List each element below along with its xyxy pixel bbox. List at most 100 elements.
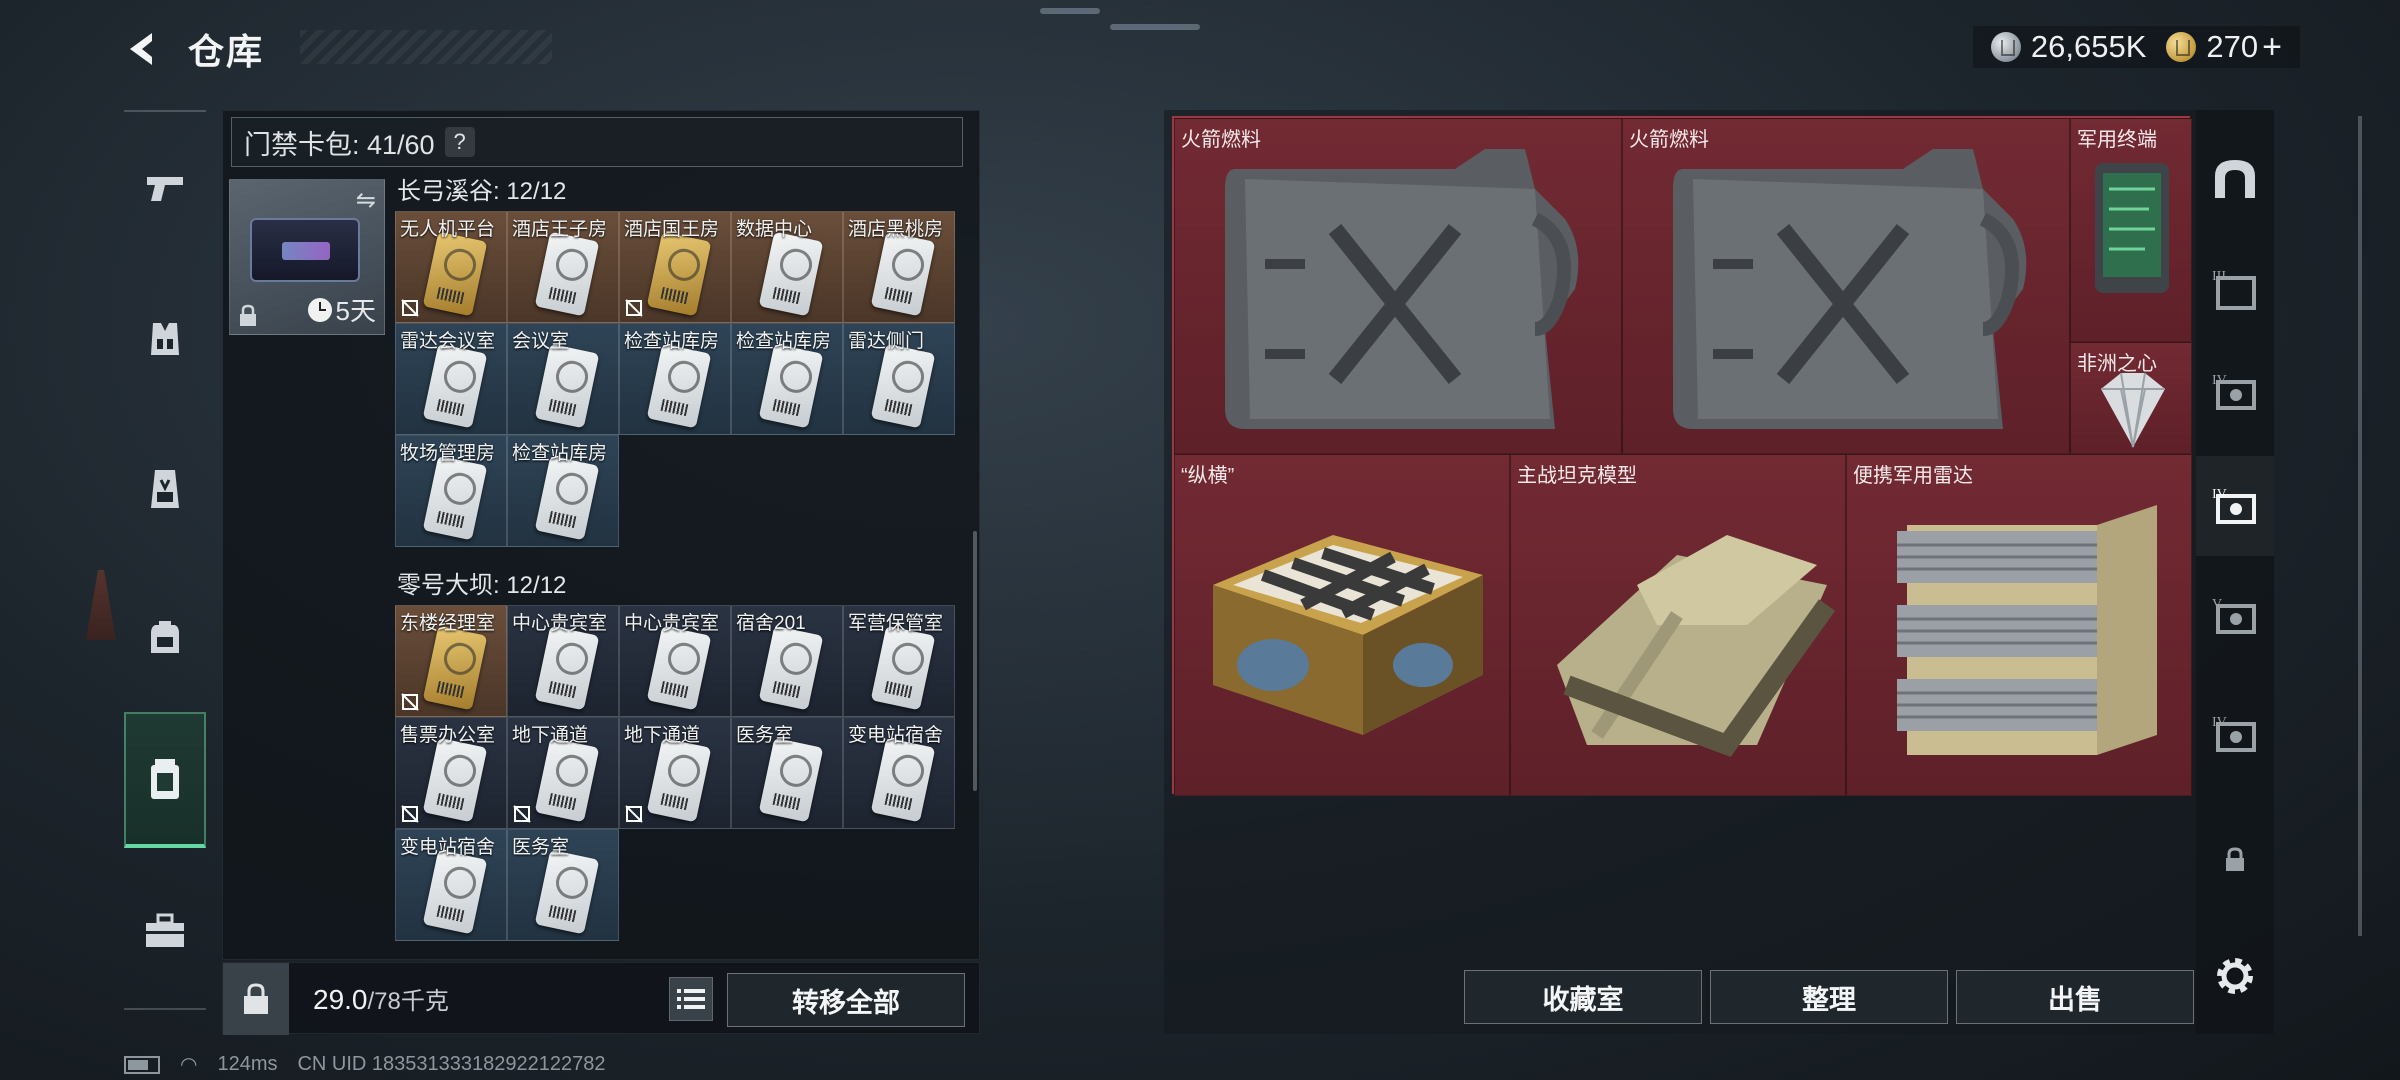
list-view-button[interactable] (669, 977, 713, 1021)
title-decoration (300, 30, 552, 64)
weight-max: /78千克 (367, 988, 449, 1015)
keycard-item[interactable]: 酒店国王房 (619, 211, 731, 323)
nav-armor[interactable] (124, 284, 206, 394)
collection-item[interactable]: “纵横” (1174, 454, 1510, 796)
keycard-case-icon (151, 759, 179, 799)
keycard-item[interactable]: 雷达会议室 (395, 323, 507, 435)
keycard-item[interactable]: 雷达侧门 (843, 323, 955, 435)
transfer-all-button[interactable]: 转移全部 (727, 973, 965, 1027)
keycard-item[interactable]: 医务室 (731, 717, 843, 829)
collection-item[interactable]: 火箭燃料 (1622, 118, 2070, 454)
keycard-label: 变电站宿舍 (848, 725, 944, 746)
nav-weapons[interactable] (124, 134, 206, 244)
right-nav-item[interactable]: IV (2196, 684, 2274, 784)
uid-readout: CN UID 1835313331829221227​82 (297, 1053, 606, 1075)
keycard-item[interactable]: 地下通道 (619, 717, 731, 829)
keycard-item[interactable]: 医务室 (507, 829, 619, 941)
keycard-item[interactable]: 数据中心 (731, 211, 843, 323)
chess-set-icon (1213, 535, 1483, 735)
right-nav-item[interactable]: V (2196, 566, 2274, 666)
keycard-icon (422, 231, 488, 317)
keycard-item[interactable]: 宿舍201 (731, 605, 843, 717)
right-nav-item[interactable]: III (2196, 238, 2274, 338)
keycard-item[interactable]: 中心贵宾室 (619, 605, 731, 717)
swap-icon[interactable]: ⇋ (356, 186, 376, 215)
keycard-storage-panel: 门禁卡包: 41/60 ? ⇋ 5天 长弓溪谷: 12/12 无人机平台 酒店王子房… (222, 110, 980, 960)
keycard-icon (758, 737, 824, 823)
keycard-item[interactable]: 无人机平台 (395, 211, 507, 323)
tier-4-frame-icon: IV (2212, 715, 2256, 752)
nav-keycard-pack[interactable] (124, 712, 206, 848)
keycard-icon (422, 737, 488, 823)
keycard-item[interactable]: 地下通道 (507, 717, 619, 829)
keycard-pack-slot[interactable]: ⇋ 5天 (229, 179, 385, 335)
item-label: 非洲之心 (2077, 353, 2157, 375)
status-bar: ◠ 124ms CN UID 1835313331829221227​82 (124, 1052, 606, 1077)
right-nav-item[interactable]: IV (2196, 342, 2274, 442)
right-nav-item[interactable] (2196, 810, 2274, 910)
vault-button[interactable]: 收藏室 (1464, 970, 1702, 1024)
capacity-label: 门禁卡包: 41/60 (244, 129, 435, 160)
nav-chest-rig[interactable] (124, 434, 206, 544)
collection-item[interactable]: 军用终端 (2070, 118, 2192, 342)
keycard-item[interactable]: 军营保管室 (843, 605, 955, 717)
weight-lock-button[interactable] (223, 963, 289, 1035)
keycard-label: 医务室 (736, 725, 794, 746)
keycard-item[interactable]: 检查站库房 (507, 435, 619, 547)
collection-item[interactable]: 主战坦克模型 (1510, 454, 1846, 796)
right-nav-item[interactable] (2196, 128, 2274, 228)
case-lock-icon (244, 983, 268, 1014)
nav-briefcase[interactable] (124, 876, 206, 986)
add-currency-button[interactable]: + (2262, 28, 2282, 67)
back-button[interactable] (120, 24, 164, 74)
keycard-item[interactable]: 东楼经理室 (395, 605, 507, 717)
settings-icon (2217, 958, 2253, 994)
keycard-label: 医务室 (512, 837, 570, 858)
lock-icon (240, 304, 256, 326)
collection-item[interactable]: 火箭燃料 (1174, 118, 1622, 454)
keycard-item[interactable]: 牧场管理房 (395, 435, 507, 547)
settings-button[interactable] (2196, 926, 2274, 1026)
keycard-label: 数据中心 (736, 219, 813, 240)
right-nav-item-active[interactable]: IV (2196, 456, 2274, 556)
collection-item[interactable]: 非洲之心 (2070, 342, 2192, 454)
sort-button[interactable]: 整理 (1710, 970, 1948, 1024)
keycard-item[interactable]: 变电站宿舍 (843, 717, 955, 829)
keycard-icon (534, 625, 600, 711)
keycard-item[interactable]: 检查站库房 (731, 323, 843, 435)
collection-item[interactable]: 便携军用雷达 (1846, 454, 2192, 796)
keycard-label: 地下通道 (512, 725, 589, 746)
clock-icon (307, 297, 332, 322)
scrollbar[interactable] (973, 531, 977, 791)
no-trade-icon (401, 805, 419, 823)
keycard-label: 军营保管室 (848, 613, 944, 634)
keycard-pack-image (250, 218, 360, 282)
keycard-item[interactable]: 检查站库房 (619, 323, 731, 435)
item-label: 火箭燃料 (1629, 129, 1709, 151)
gold-currency[interactable]: 270 + (2166, 28, 2282, 67)
terminal-icon (2095, 163, 2169, 293)
keycard-icon (758, 231, 824, 317)
keycard-icon (870, 625, 936, 711)
keycard-item[interactable]: 售票办公室 (395, 717, 507, 829)
keycard-item[interactable]: 酒店王子房 (507, 211, 619, 323)
keycard-label: 东楼经理室 (400, 613, 496, 634)
keycard-icon (870, 343, 936, 429)
nav-backpack[interactable] (124, 582, 206, 692)
collection-scrollbar[interactable] (2358, 116, 2362, 936)
keycard-item[interactable]: 变电站宿舍 (395, 829, 507, 941)
sell-button[interactable]: 出售 (1956, 970, 2194, 1024)
no-trade-icon (401, 299, 419, 317)
keycard-item[interactable]: 酒店黑桃房 (843, 211, 955, 323)
keycard-list[interactable]: 长弓溪谷: 12/12 无人机平台 酒店王子房 酒店国王房 数据中心 酒店黑桃房 雷达会议室… (393, 171, 973, 961)
keycard-item[interactable]: 中心贵宾室 (507, 605, 619, 717)
pack-duration: 5天 (307, 291, 376, 328)
help-icon[interactable]: ? (444, 127, 475, 157)
keycard-item[interactable]: 会议室 (507, 323, 619, 435)
jerrycan-icon (1225, 149, 1579, 429)
keycard-icon (534, 737, 600, 823)
silver-coin-icon (1990, 32, 2021, 62)
battery-icon (124, 1055, 160, 1074)
keycard-icon (758, 343, 824, 429)
tier-5-frame-icon: V (2212, 597, 2256, 634)
